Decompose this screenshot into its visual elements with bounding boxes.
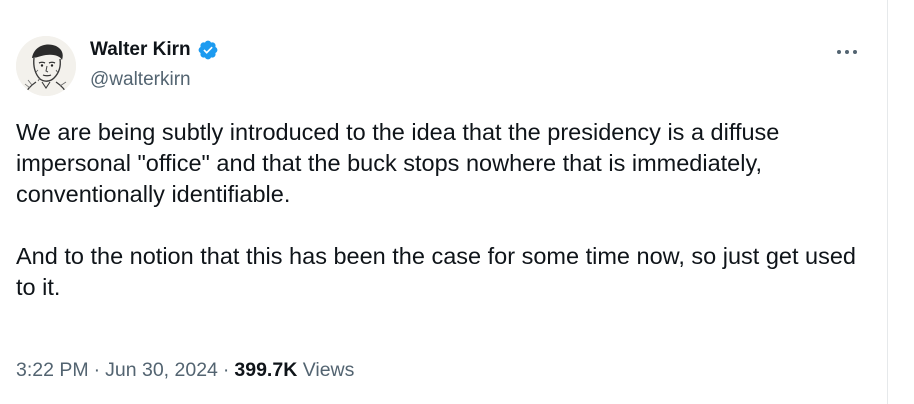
tweet-paragraph: And to the notion that this has been the… [16, 243, 856, 300]
more-options-button[interactable] [830, 40, 864, 64]
tweet-time[interactable]: 3:22 PM [16, 359, 89, 381]
tweet-paragraph: We are being subtly introduced to the id… [16, 119, 780, 207]
verified-badge-icon[interactable] [197, 39, 219, 61]
meta-separator: · [222, 359, 230, 381]
tweet-meta: 3:22 PM · Jun 30, 2024 · 399.7K Views [16, 358, 354, 382]
tweet-date[interactable]: Jun 30, 2024 [105, 359, 218, 381]
more-dots-icon [835, 43, 859, 61]
tweet-text: We are being subtly introduced to the id… [16, 117, 876, 303]
author-name-row: Walter Kirn [90, 38, 219, 62]
views-label: Views [302, 359, 355, 381]
views-count: 399.7K [234, 359, 298, 381]
avatar[interactable] [16, 36, 76, 96]
tweet-card: Walter Kirn @walterkirn We are being sub… [0, 0, 888, 404]
portrait-sketch-icon [16, 36, 76, 96]
meta-separator: · [93, 359, 101, 381]
author-display-name[interactable]: Walter Kirn [90, 38, 191, 62]
author-handle[interactable]: @walterkirn [90, 68, 191, 92]
